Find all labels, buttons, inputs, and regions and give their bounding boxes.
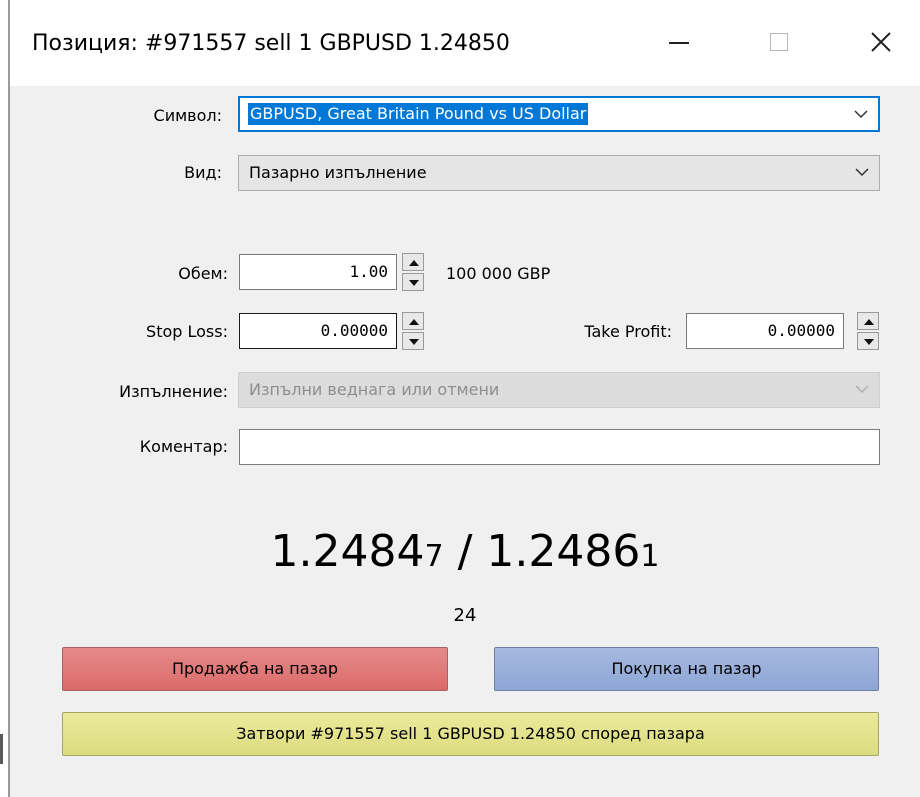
arrow-up-icon xyxy=(409,319,419,325)
close-icon xyxy=(871,32,891,52)
volume-input[interactable]: 1.00 xyxy=(239,254,397,290)
comment-label: Коментар: xyxy=(139,437,228,456)
window-edge-marker xyxy=(0,734,3,764)
close-window-button[interactable] xyxy=(851,20,911,66)
stop-loss-increase-button[interactable] xyxy=(402,312,424,330)
arrow-up-icon xyxy=(409,260,419,266)
stop-loss-input[interactable]: 0.00000 xyxy=(239,313,397,349)
sell-by-market-button[interactable]: Продажба на пазар xyxy=(62,647,448,691)
volume-decrease-button[interactable] xyxy=(402,273,424,291)
maximize-button[interactable] xyxy=(751,20,811,66)
price-quote: 1.24847 / 1.24861 xyxy=(10,524,920,585)
symbol-select[interactable]: GBPUSD, Great Britain Pound vs US Dollar xyxy=(238,96,880,132)
comment-input[interactable] xyxy=(239,429,880,465)
take-profit-stepper[interactable] xyxy=(857,312,879,350)
close-position-button[interactable]: Затвори #971557 sell 1 GBPUSD 1.24850 сп… xyxy=(62,712,879,756)
order-type-value: Пазарно изпълнение xyxy=(249,163,427,182)
chevron-down-icon xyxy=(855,385,869,394)
stop-loss-decrease-button[interactable] xyxy=(402,332,424,350)
volume-contract-size: 100 000 GBP xyxy=(446,264,551,283)
arrow-up-icon xyxy=(864,319,874,325)
chevron-down-icon xyxy=(855,168,869,177)
volume-value: 1.00 xyxy=(349,262,388,281)
stop-loss-stepper[interactable] xyxy=(402,312,424,350)
take-profit-label: Take Profit: xyxy=(584,322,672,341)
symbol-label: Символ: xyxy=(153,106,222,125)
arrow-down-icon xyxy=(409,339,419,345)
arrow-down-icon xyxy=(864,339,874,345)
price-separator: / xyxy=(443,526,487,577)
chevron-down-icon xyxy=(854,110,868,119)
ask-price-last-digit: 1 xyxy=(640,539,660,574)
take-profit-decrease-button[interactable] xyxy=(857,332,879,350)
minimize-button[interactable] xyxy=(647,20,707,66)
order-type-select[interactable]: Пазарно изпълнение xyxy=(238,155,880,191)
volume-label: Обем: xyxy=(178,264,228,283)
bid-price-main: 1.2484 xyxy=(270,526,425,577)
volume-increase-button[interactable] xyxy=(402,253,424,271)
arrow-down-icon xyxy=(409,280,419,286)
position-dialog: Позиция: #971557 sell 1 GBPUSD 1.24850 С… xyxy=(10,0,920,797)
execution-select: Изпълни веднага или отмени xyxy=(238,372,880,408)
take-profit-increase-button[interactable] xyxy=(857,312,879,330)
title-bar[interactable]: Позиция: #971557 sell 1 GBPUSD 1.24850 xyxy=(10,0,920,86)
window-title: Позиция: #971557 sell 1 GBPUSD 1.24850 xyxy=(32,31,510,56)
bid-price-last-digit: 7 xyxy=(424,539,444,574)
symbol-value: GBPUSD, Great Britain Pound vs US Dollar xyxy=(248,103,589,125)
volume-stepper[interactable] xyxy=(402,253,424,291)
stop-loss-value: 0.00000 xyxy=(320,321,388,340)
ask-price-main: 1.2486 xyxy=(486,526,641,577)
execution-value: Изпълни веднага или отмени xyxy=(249,380,500,399)
spread-value: 24 xyxy=(453,605,477,626)
stop-loss-label: Stop Loss: xyxy=(146,322,228,341)
take-profit-value: 0.00000 xyxy=(767,321,835,340)
type-label: Вид: xyxy=(184,163,222,182)
buy-by-market-button[interactable]: Покупка на пазар xyxy=(494,647,879,691)
take-profit-input[interactable]: 0.00000 xyxy=(686,313,844,349)
execution-label: Изпълнение: xyxy=(119,382,228,401)
